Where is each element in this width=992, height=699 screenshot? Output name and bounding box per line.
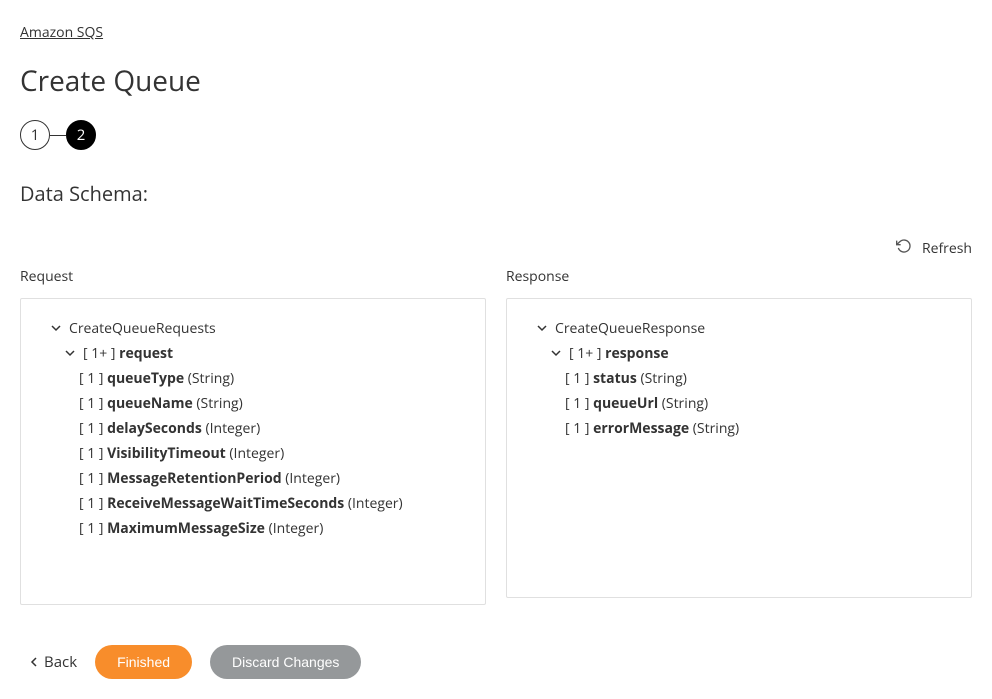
- tree-node-child[interactable]: [ 1+ ] response: [527, 344, 951, 363]
- response-schema-box: CreateQueueResponse [ 1+ ] response [ 1 …: [506, 298, 972, 598]
- node-type: (Integer): [205, 419, 260, 438]
- tree-node-field: [ 1 ] MessageRetentionPeriod (Integer): [41, 469, 465, 488]
- node-type: (String): [662, 394, 708, 413]
- node-name: queueType: [107, 369, 184, 388]
- tree-node-field: [ 1 ] delaySeconds (Integer): [41, 419, 465, 438]
- stepper: 1 2: [20, 120, 972, 150]
- chevron-down-icon[interactable]: [551, 347, 561, 362]
- chevron-down-icon[interactable]: [65, 347, 75, 362]
- node-cardinality: [ 1 ]: [79, 469, 103, 488]
- tree-node-field: [ 1 ] status (String): [527, 369, 951, 388]
- node-type: (String): [693, 419, 739, 438]
- finished-button[interactable]: Finished: [95, 645, 192, 679]
- node-type: (String): [640, 369, 686, 388]
- chevron-left-icon: [30, 654, 38, 671]
- node-name: queueUrl: [593, 394, 658, 413]
- node-cardinality: [ 1+ ]: [83, 344, 115, 363]
- node-label: CreateQueueRequests: [69, 319, 216, 338]
- node-cardinality: [ 1 ]: [79, 519, 103, 538]
- node-name: errorMessage: [593, 419, 689, 438]
- node-type: (Integer): [348, 494, 403, 513]
- node-cardinality: [ 1 ]: [79, 369, 103, 388]
- node-name: ReceiveMessageWaitTimeSeconds: [107, 494, 344, 513]
- breadcrumb-link[interactable]: Amazon SQS: [20, 23, 103, 42]
- tree-node-field: [ 1 ] queueUrl (String): [527, 394, 951, 413]
- back-label: Back: [44, 652, 77, 672]
- node-name: delaySeconds: [107, 419, 202, 438]
- node-cardinality: [ 1+ ]: [569, 344, 601, 363]
- request-label: Request: [20, 267, 486, 286]
- node-name: VisibilityTimeout: [107, 444, 226, 463]
- step-1[interactable]: 1: [20, 120, 50, 150]
- chevron-down-icon[interactable]: [51, 322, 61, 337]
- node-type: (String): [196, 394, 242, 413]
- tree-node-root[interactable]: CreateQueueRequests: [41, 319, 465, 338]
- node-cardinality: [ 1 ]: [79, 394, 103, 413]
- node-cardinality: [ 1 ]: [79, 444, 103, 463]
- node-type: (Integer): [285, 469, 340, 488]
- node-label: CreateQueueResponse: [555, 319, 705, 338]
- node-cardinality: [ 1 ]: [565, 369, 589, 388]
- node-name: response: [605, 344, 669, 363]
- node-type: (Integer): [229, 444, 284, 463]
- discard-button[interactable]: Discard Changes: [210, 645, 361, 679]
- node-type: (Integer): [269, 519, 324, 538]
- tree-node-root[interactable]: CreateQueueResponse: [527, 319, 951, 338]
- tree-node-field: [ 1 ] queueName (String): [41, 394, 465, 413]
- chevron-down-icon[interactable]: [537, 322, 547, 337]
- refresh-button[interactable]: Refresh: [922, 239, 972, 258]
- section-title: Data Schema:: [20, 180, 972, 207]
- node-name: queueName: [107, 394, 193, 413]
- page-title: Create Queue: [20, 62, 972, 100]
- node-name: MaximumMessageSize: [107, 519, 265, 538]
- step-2[interactable]: 2: [66, 120, 96, 150]
- node-cardinality: [ 1 ]: [79, 419, 103, 438]
- response-column: Response CreateQueueResponse [ 1+ ] resp…: [506, 267, 972, 605]
- request-column: Request CreateQueueRequests [ 1+ ] reque…: [20, 267, 486, 605]
- node-cardinality: [ 1 ]: [565, 394, 589, 413]
- node-cardinality: [ 1 ]: [79, 494, 103, 513]
- tree-node-field: [ 1 ] queueType (String): [41, 369, 465, 388]
- tree-node-field: [ 1 ] MaximumMessageSize (Integer): [41, 519, 465, 538]
- node-cardinality: [ 1 ]: [565, 419, 589, 438]
- response-label: Response: [506, 267, 972, 286]
- back-button[interactable]: Back: [30, 652, 77, 672]
- node-name: MessageRetentionPeriod: [107, 469, 282, 488]
- tree-node-field: [ 1 ] ReceiveMessageWaitTimeSeconds (Int…: [41, 494, 465, 513]
- node-type: (String): [188, 369, 234, 388]
- tree-node-field: [ 1 ] errorMessage (String): [527, 419, 951, 438]
- tree-node-child[interactable]: [ 1+ ] request: [41, 344, 465, 363]
- tree-node-field: [ 1 ] VisibilityTimeout (Integer): [41, 444, 465, 463]
- request-schema-box: CreateQueueRequests [ 1+ ] request [ 1 ]…: [20, 298, 486, 605]
- refresh-icon[interactable]: [896, 237, 912, 259]
- step-connector: [50, 135, 66, 136]
- node-name: status: [593, 369, 637, 388]
- node-name: request: [119, 344, 173, 363]
